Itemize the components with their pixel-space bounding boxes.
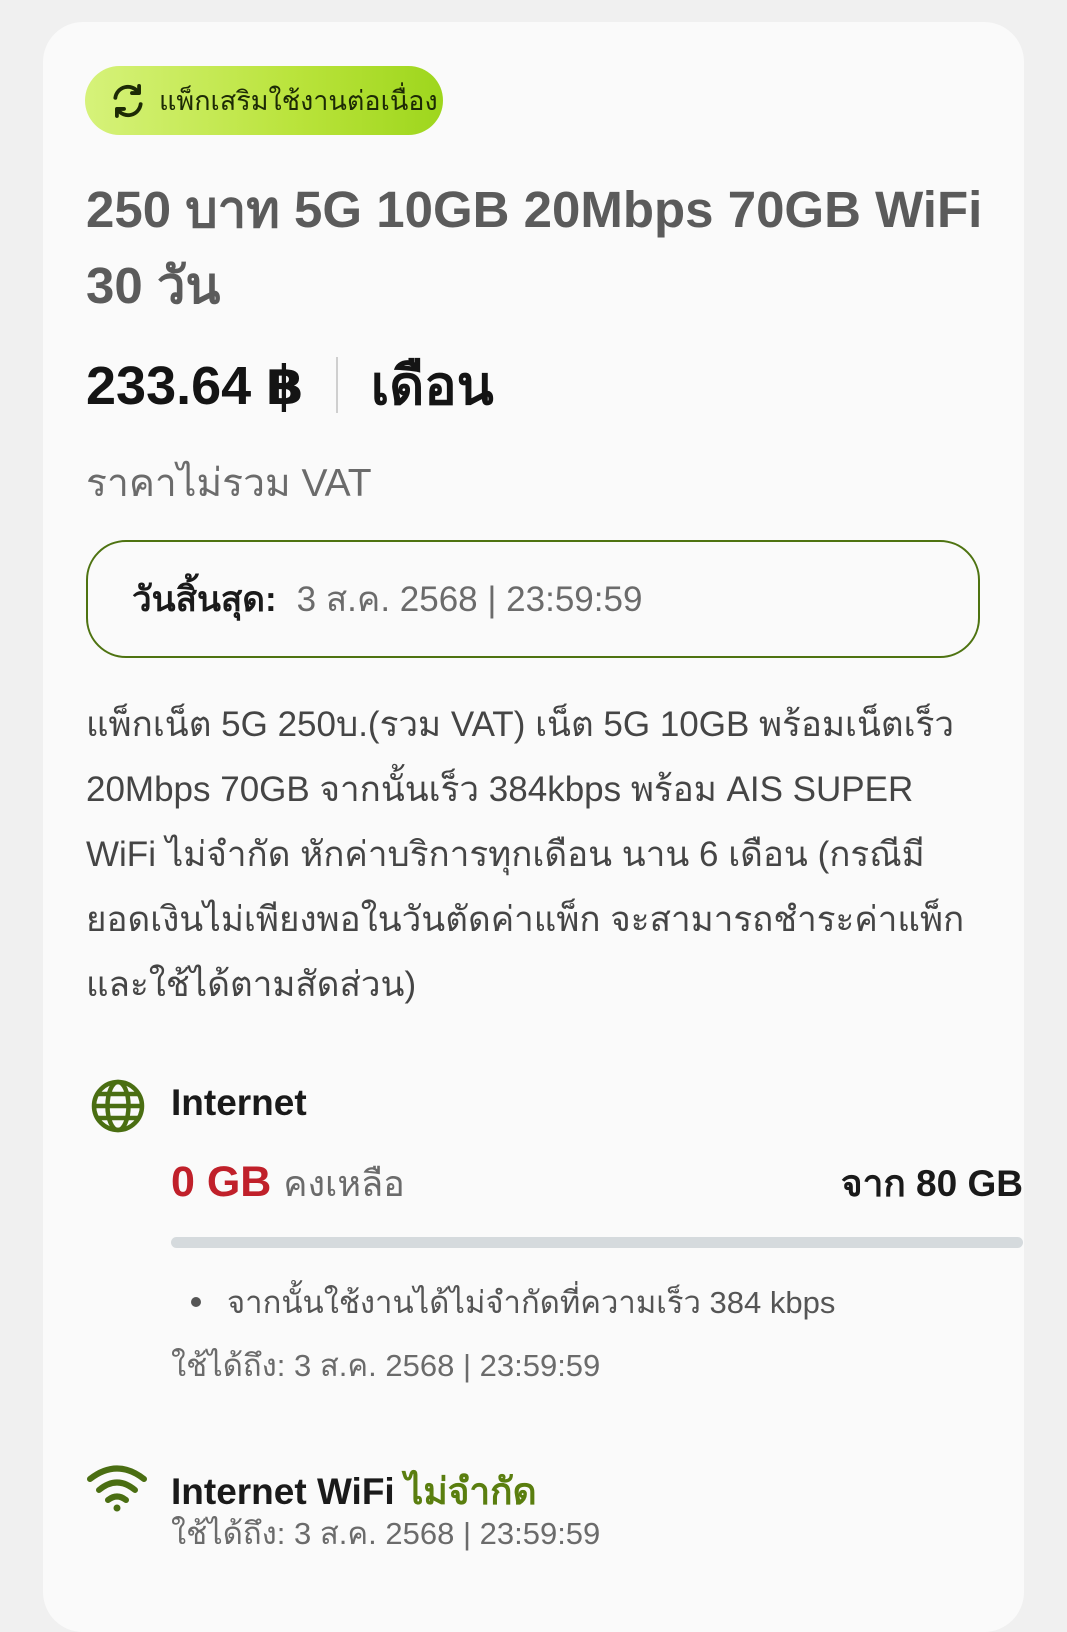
package-title: 250 บาท 5G 10GB 20Mbps 70GB WiFi 30 วัน [86,181,983,314]
refresh-icon [109,82,147,120]
internet-remaining-label: คงเหลือ [283,1163,405,1204]
wifi-valid-until: ใช้ได้ถึง: 3 ส.ค. 2568 | 23:59:59 [171,1516,601,1551]
internet-remaining-value: 0 GB [171,1158,272,1206]
internet-total: จาก 80 GB [840,1163,1023,1204]
price-period: เดือน [370,356,494,416]
internet-note: จากนั้นใช้งานได้ไม่จำกัดที่ความเร็ว 384 … [191,1277,835,1327]
globe-icon [90,1078,146,1134]
internet-usage-bar [171,1237,1023,1248]
package-price: 233.64 ฿ [86,355,304,416]
package-description: แพ็กเน็ต 5G 250บ.(รวม VAT) เน็ต 5G 10GB … [86,705,965,1004]
internet-remaining-row: 0 GB คงเหลือ จาก 80 GB [171,1154,1023,1213]
wifi-unlimited-label: ไม่จำกัด [404,1471,537,1512]
expiry-label: วันสิ้นสุด: [132,579,277,619]
auto-renew-badge: แพ็กเสริมใช้งานต่อเนื่อง [85,66,443,135]
package-card: แพ็กเสริมใช้งานต่อเนื่อง 250 บาท 5G 10GB… [43,22,1024,1632]
internet-note-text: จากนั้นใช้งานได้ไม่จำกัดที่ความเร็ว 384 … [227,1285,836,1320]
expiry-value: 3 ส.ค. 2568 | 23:59:59 [296,579,643,619]
internet-valid-until: ใช้ได้ถึง: 3 ส.ค. 2568 | 23:59:59 [171,1348,601,1383]
wifi-icon [86,1462,148,1514]
bullet-dot [191,1297,201,1307]
badge-label: แพ็กเสริมใช้งานต่อเนื่อง [159,86,438,116]
expiry-box: วันสิ้นสุด: 3 ส.ค. 2568 | 23:59:59 [86,540,980,658]
price-divider [335,357,338,413]
price-row: 233.64 ฿ เดือน [86,340,494,430]
internet-title: Internet [171,1082,307,1123]
wifi-title: Internet WiFi [171,1471,395,1512]
vat-note: ราคาไม่รวม VAT [86,462,372,505]
